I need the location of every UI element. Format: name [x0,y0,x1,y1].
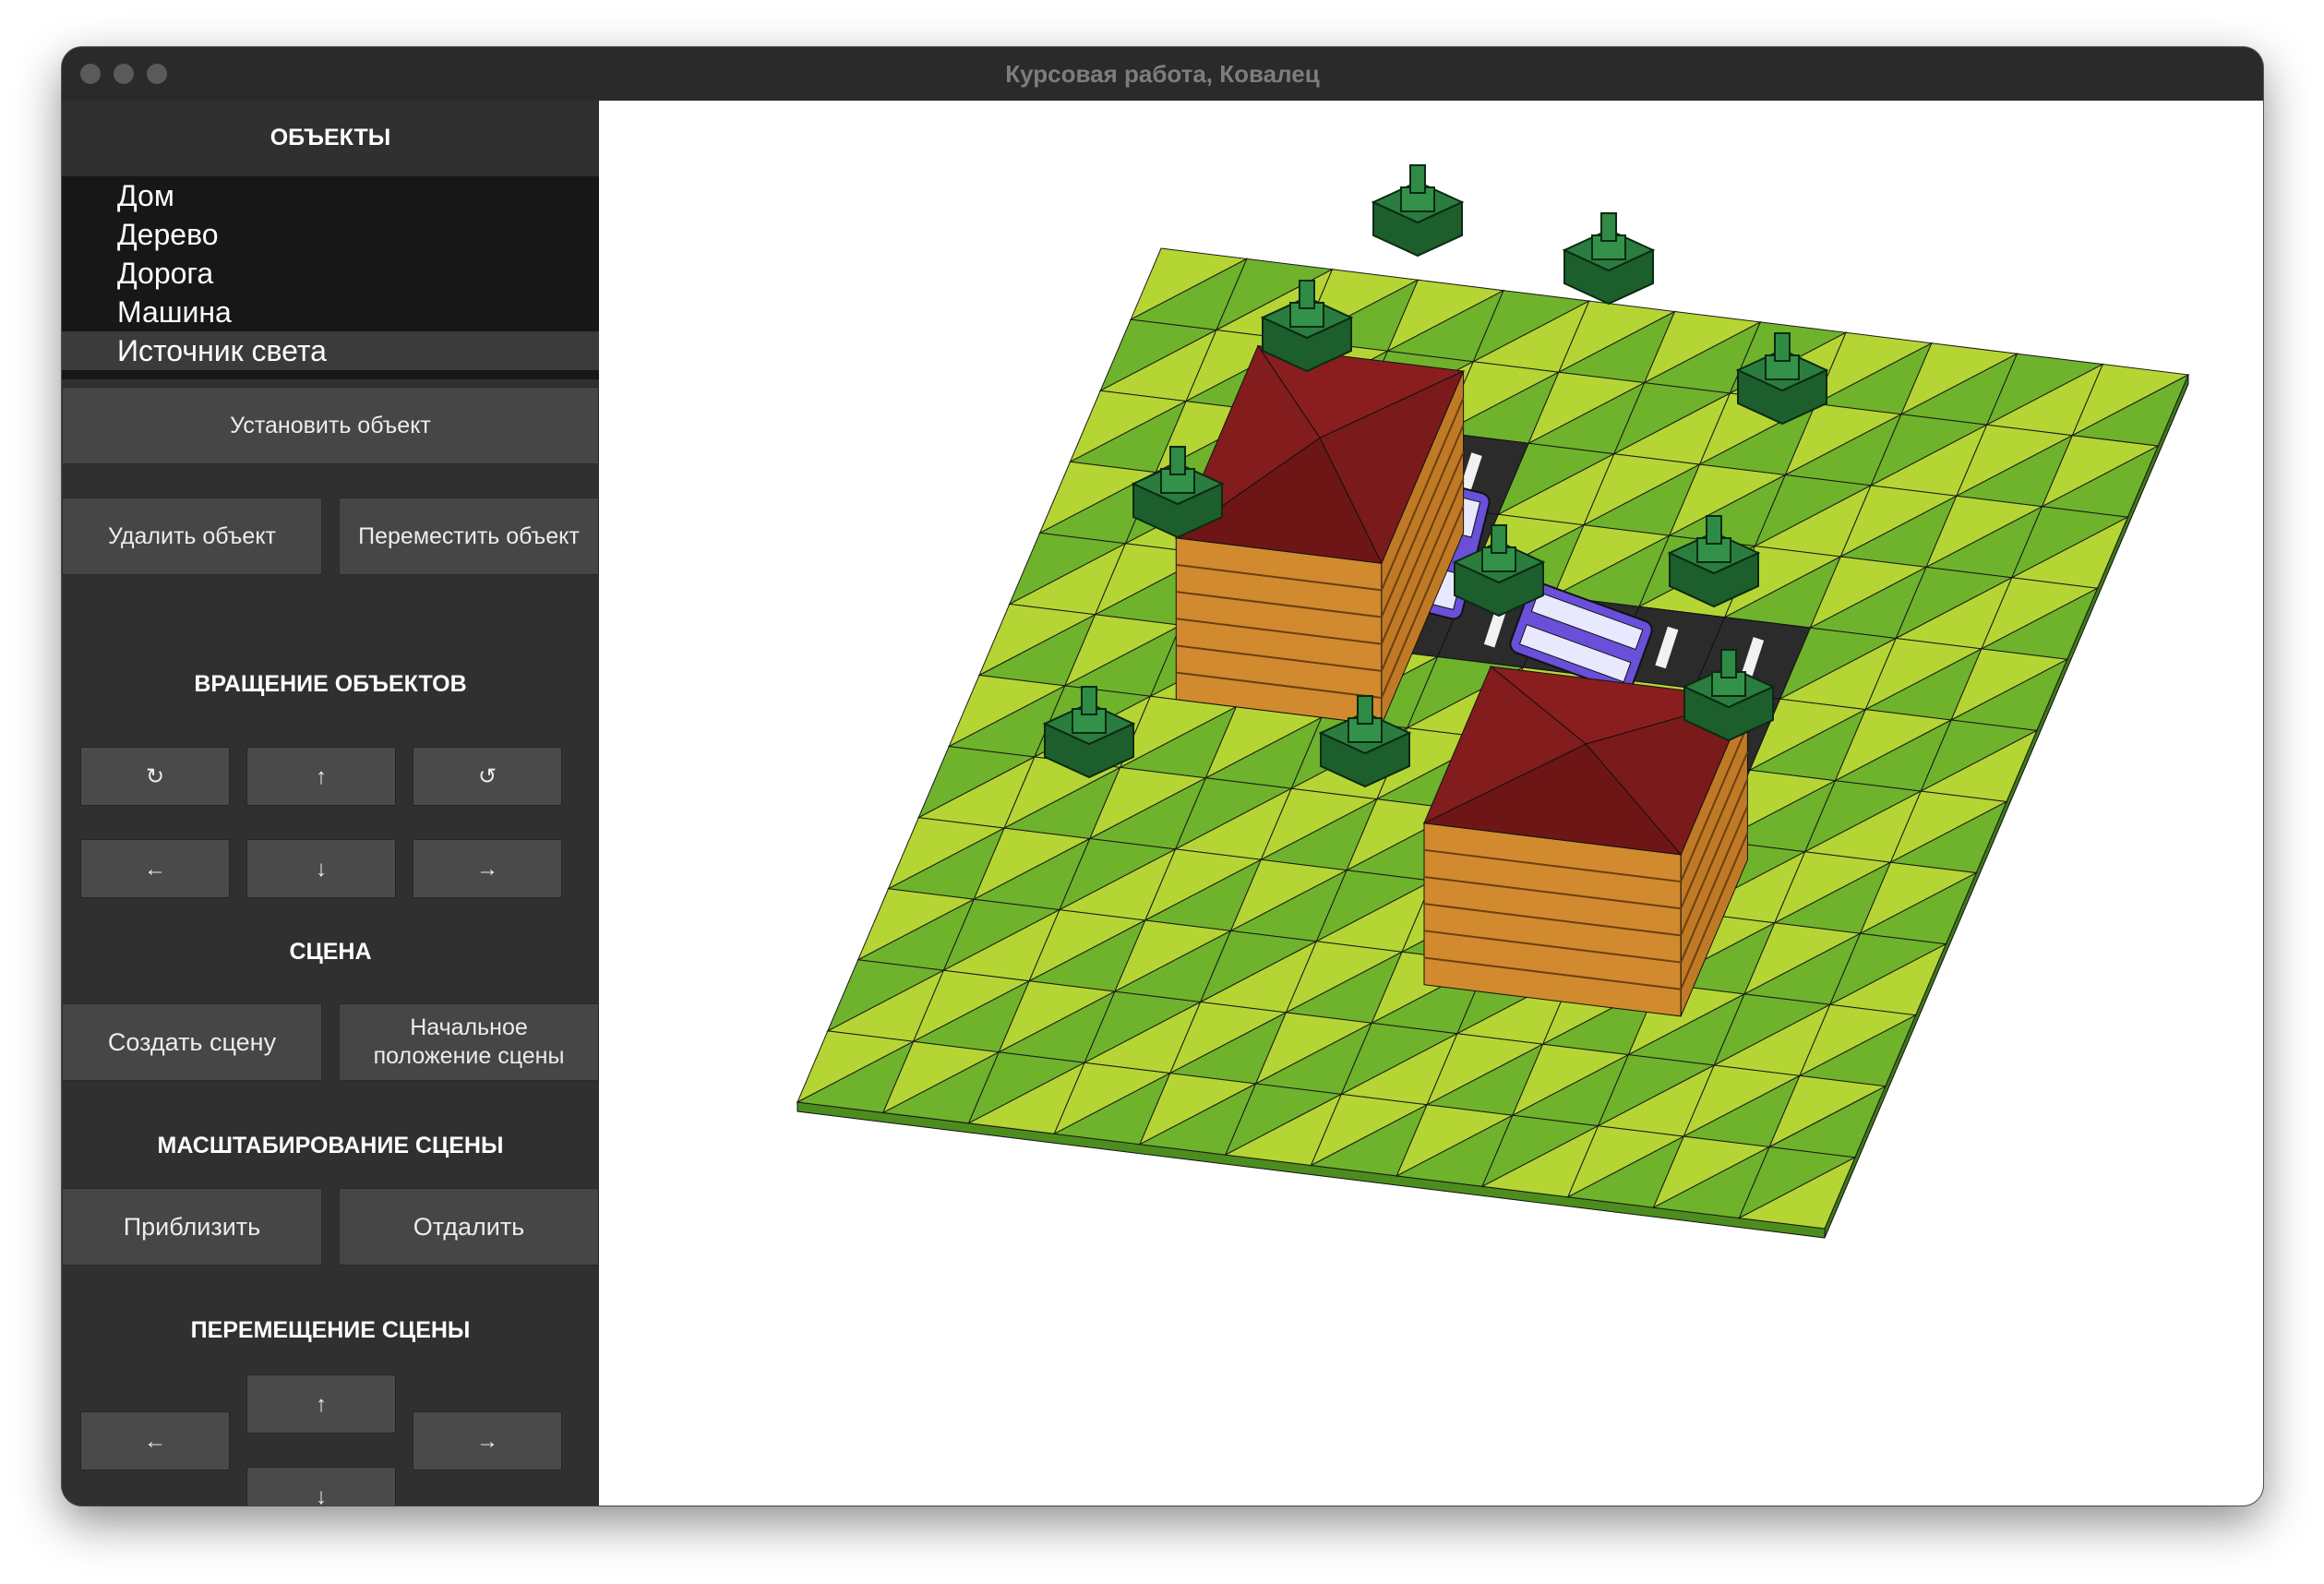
pan-left-button[interactable]: ← [80,1411,230,1470]
zoom-out-button[interactable]: Отдалить [339,1188,599,1266]
list-item-house[interactable]: Дом [62,176,599,215]
arrow-left-icon: ← [144,856,166,882]
arrow-up-icon: ↑ [316,1391,327,1417]
place-object-button[interactable]: Установить объект [62,387,599,464]
rotate-left-button[interactable]: ← [80,839,230,898]
tree-crown [1169,446,1186,475]
delete-object-button[interactable]: Удалить объект [62,498,322,575]
rotation-header: ВРАЩЕНИЕ ОБЪЕКТОВ [194,671,467,697]
tree [1371,164,1465,258]
arrow-right-icon: → [476,856,498,882]
list-item-road[interactable]: Дорога [62,254,599,293]
list-item-tree[interactable]: Дерево [62,215,599,254]
zoom-header: МАСШТАБИРОВАНИЕ СЦЕНЫ [157,1133,504,1158]
tree-crown [1600,212,1617,242]
app-window: Курсовая работа, Ковалец ОБЪЕКТЫ Дом Дер… [62,47,2263,1506]
pan-down-button[interactable]: ↓ [246,1467,396,1506]
arrow-left-icon: ← [144,1428,166,1454]
objects-header: ОБЪЕКТЫ [270,125,391,150]
reset-scene-button[interactable]: Начальное положение сцены [339,1003,599,1081]
rotate-down-button[interactable]: ↓ [246,839,396,898]
rotate-ccw-icon: ↺ [477,763,497,789]
pan-up-button[interactable]: ↑ [246,1374,396,1434]
tree-crown [1706,515,1722,545]
rotate-up-button[interactable]: ↑ [246,747,396,806]
scene-viewport[interactable] [599,101,2263,1506]
list-item-car[interactable]: Машина [62,293,599,331]
tree-crown [1081,686,1097,715]
arrow-right-icon: → [476,1428,498,1454]
pan-header: ПЕРЕМЕЩЕНИЕ СЦЕНЫ [190,1317,471,1343]
scene-header: СЦЕНА [289,939,372,965]
rotate-ccw-button[interactable]: ↺ [413,747,562,806]
reset-scene-label-line2: положение сцены [373,1043,565,1069]
object-list[interactable]: Дом Дерево Дорога Машина Источник света [62,176,599,379]
control-panel: ОБЪЕКТЫ Дом Дерево Дорога Машина Источни… [62,101,599,1506]
reset-scene-label-line1: Начальное [410,1014,528,1040]
arrow-down-icon: ↓ [316,1483,327,1506]
list-item-light-source[interactable]: Источник света [62,331,599,370]
tree-crown [1409,164,1426,194]
tree-crown [1491,524,1507,554]
rotate-cw-icon: ↻ [145,763,165,789]
move-object-button[interactable]: Переместить объект [339,498,599,575]
pan-right-button[interactable]: → [413,1411,562,1470]
rotate-cw-button[interactable]: ↻ [80,747,230,806]
zoom-in-button[interactable]: Приблизить [62,1188,322,1266]
rotate-right-button[interactable]: → [413,839,562,898]
tree-crown [1720,649,1737,678]
window-title: Курсовая работа, Ковалец [1005,60,1320,88]
title-bar: Курсовая работа, Ковалец [62,47,2263,102]
tree-crown [1357,695,1373,725]
scene-canvas[interactable] [599,101,2263,1506]
tree-crown [1299,280,1315,309]
arrow-down-icon: ↓ [316,856,327,882]
create-scene-button[interactable]: Создать сцену [62,1003,322,1081]
tree-crown [1774,332,1791,362]
tree [1562,212,1656,306]
arrow-up-icon: ↑ [316,763,327,789]
